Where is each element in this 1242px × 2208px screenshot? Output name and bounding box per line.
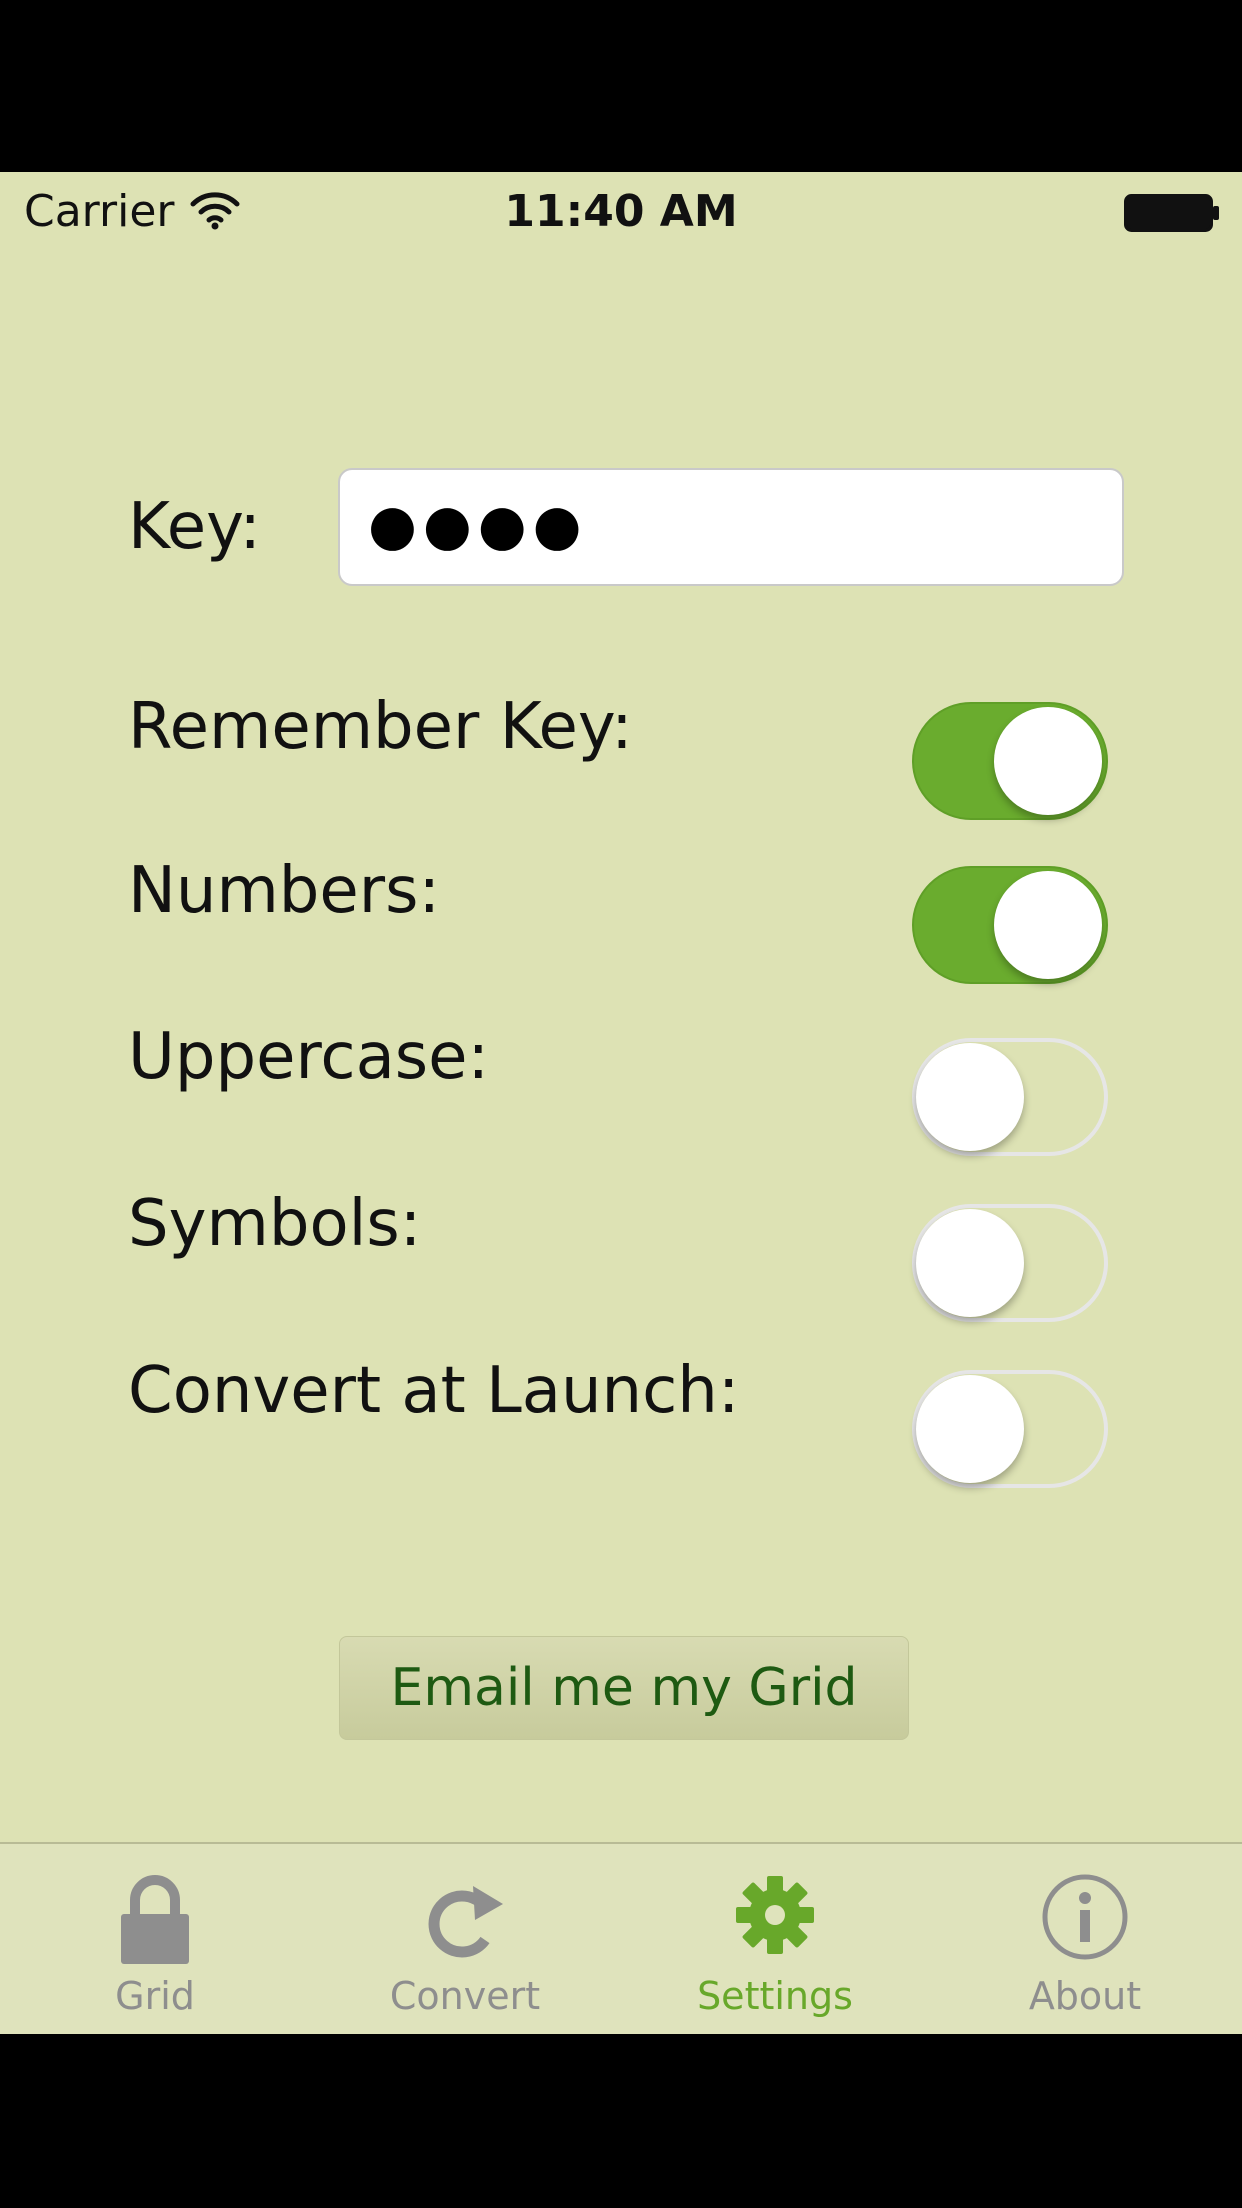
redo-icon xyxy=(428,1886,503,1958)
battery-icon xyxy=(1124,194,1219,232)
tab-label: Settings xyxy=(697,1974,853,2018)
gear-icon xyxy=(736,1876,814,1954)
remember-key-label: Remember Key: xyxy=(128,690,633,764)
email-grid-button[interactable]: Email me my Grid xyxy=(339,1636,909,1740)
tab-settings[interactable]: Settings xyxy=(620,1844,930,2034)
toggle-knob xyxy=(994,871,1102,979)
lock-icon xyxy=(121,1875,189,1964)
tab-label: About xyxy=(1028,1974,1142,2018)
tab-about[interactable]: About xyxy=(930,1844,1240,2034)
tab-convert[interactable]: Convert xyxy=(310,1844,620,2034)
toggle-knob xyxy=(916,1209,1024,1317)
symbols-label: Symbols: xyxy=(128,1187,422,1261)
tab-label: Grid xyxy=(115,1974,195,2018)
tab-label: Convert xyxy=(389,1974,541,2018)
tab-grid[interactable]: Grid xyxy=(0,1844,310,2034)
numbers-toggle[interactable] xyxy=(912,866,1108,984)
symbols-toggle[interactable] xyxy=(912,1204,1108,1322)
convert-at-launch-label: Convert at Launch: xyxy=(128,1354,740,1428)
key-password-input[interactable]: ●●●● xyxy=(338,468,1124,586)
info-icon xyxy=(1042,1874,1128,1960)
status-time: 11:40 AM xyxy=(504,186,738,237)
uppercase-label: Uppercase: xyxy=(128,1020,490,1094)
toggle-knob xyxy=(916,1043,1024,1151)
toggle-knob xyxy=(994,707,1102,815)
convert-at-launch-toggle[interactable] xyxy=(912,1370,1108,1488)
remember-key-toggle[interactable] xyxy=(912,702,1108,820)
uppercase-toggle[interactable] xyxy=(912,1038,1108,1156)
toggle-knob xyxy=(916,1375,1024,1483)
settings-screen: Carrier 11:40 AM Key: ●●●● Remember Key:… xyxy=(0,172,1242,2034)
status-bar: Carrier 11:40 AM xyxy=(0,172,1242,252)
tab-bar: Grid Convert Settings About xyxy=(0,1842,1242,2034)
numbers-label: Numbers: xyxy=(128,854,440,928)
key-label: Key: xyxy=(128,490,261,564)
